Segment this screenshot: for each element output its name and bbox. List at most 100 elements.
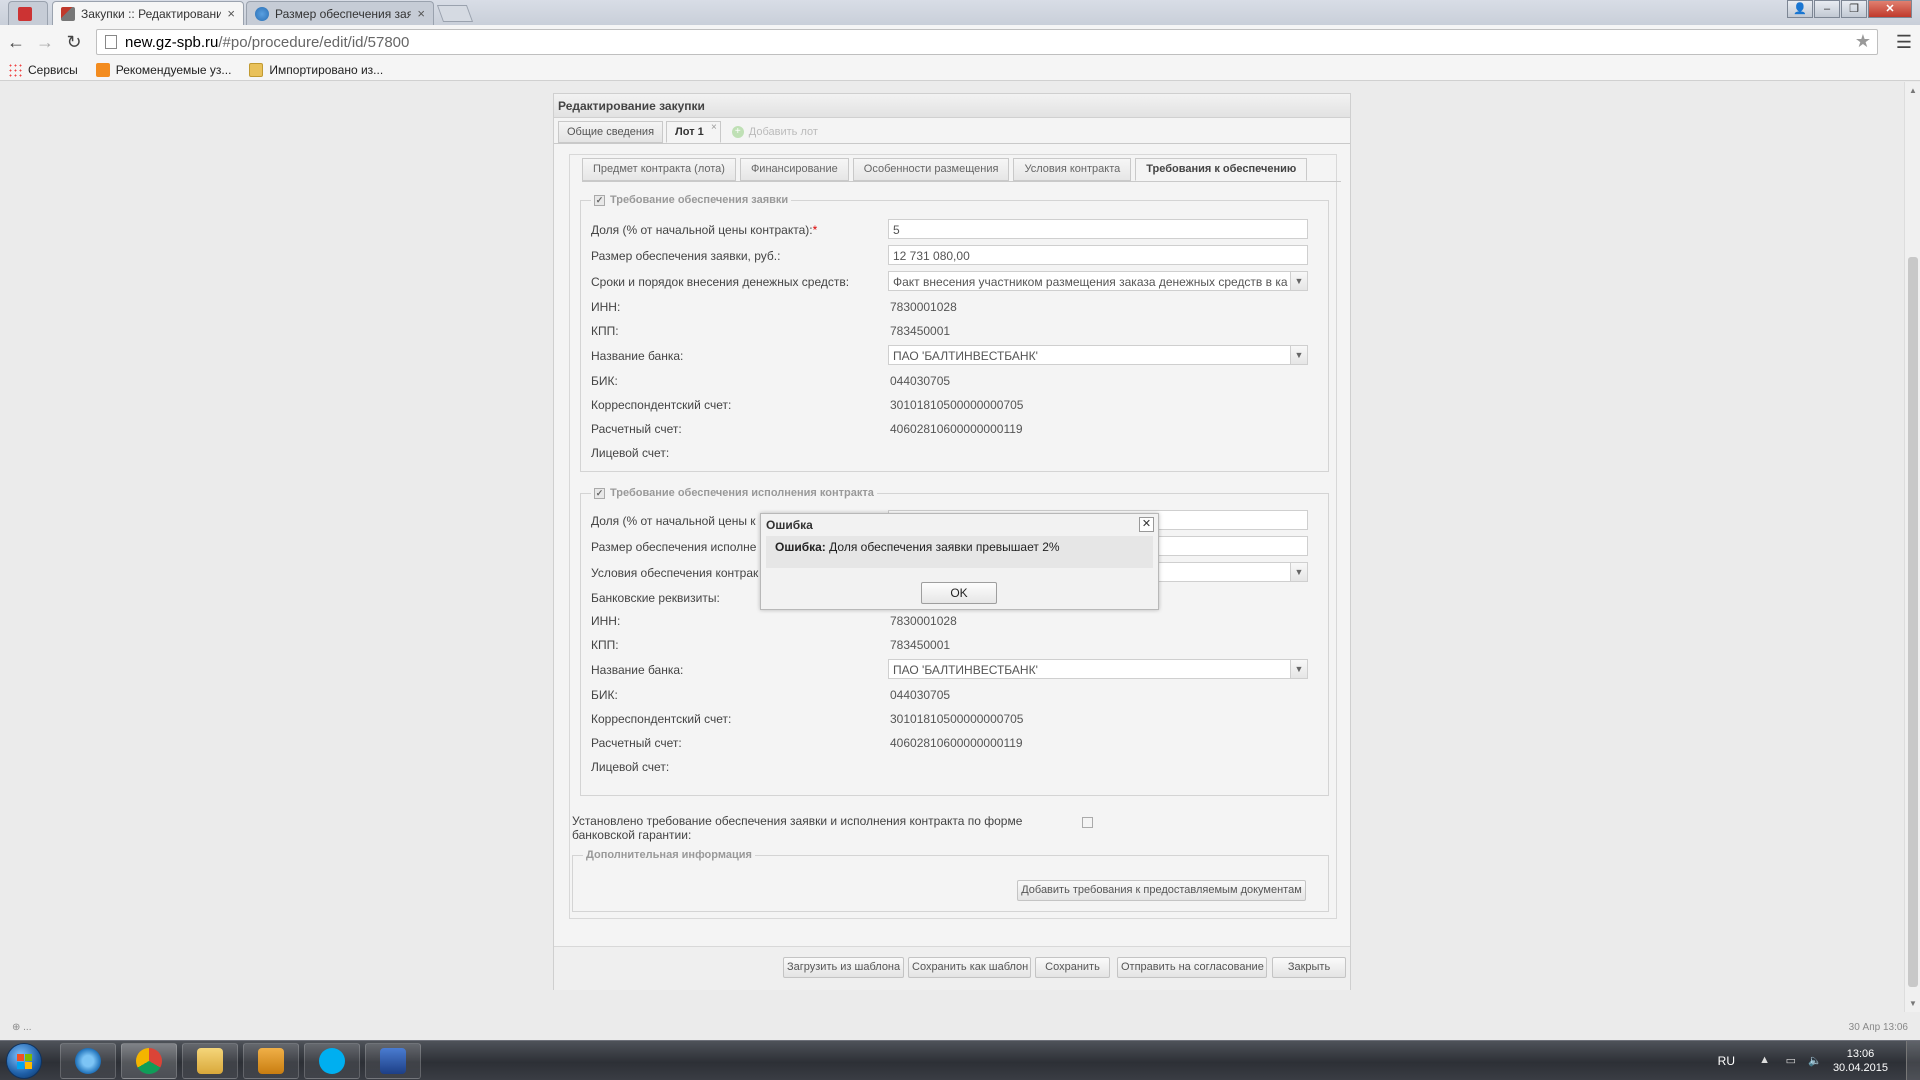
volume-icon[interactable]: 🔈 bbox=[1808, 1054, 1822, 1067]
close-button[interactable]: Закрыть bbox=[1272, 957, 1346, 978]
close-tab-icon[interactable]: × bbox=[417, 6, 425, 21]
pinned-tab[interactable] bbox=[8, 1, 48, 25]
add-lot-button[interactable]: + Добавить лот bbox=[724, 121, 826, 143]
save-as-template-button[interactable]: Сохранить как шаблон bbox=[908, 957, 1031, 978]
bik-label: БИК: bbox=[591, 374, 618, 388]
contract-bank-select[interactable]: ПАО 'БАЛТИНВЕСТБАНК' ▼ bbox=[888, 659, 1308, 679]
scrollbar-thumb[interactable] bbox=[1908, 257, 1918, 987]
contract-security-checkbox[interactable]: ✓ bbox=[594, 487, 605, 499]
chevron-down-icon[interactable]: ▼ bbox=[1290, 272, 1307, 290]
bookmark-label: Импортировано из... bbox=[269, 62, 384, 77]
system-tray: RU ▲ ▭ 🔈 13:06 30.04.2015 bbox=[1660, 1041, 1920, 1080]
page-icon bbox=[105, 35, 117, 49]
user-icon[interactable]: 👤 bbox=[1787, 0, 1813, 18]
chrome-icon[interactable] bbox=[121, 1043, 177, 1079]
start-button[interactable] bbox=[6, 1043, 42, 1079]
bik-label: БИК: bbox=[591, 688, 618, 702]
bank-details-label: Банковские реквизиты: bbox=[591, 591, 720, 605]
save-button[interactable]: Сохранить bbox=[1035, 957, 1110, 978]
window-close-button[interactable]: ✕ bbox=[1868, 0, 1912, 18]
chevron-down-icon[interactable]: ▼ bbox=[1290, 563, 1307, 581]
top-tabs: Общие сведения Лот 1 × + Добавить лот bbox=[558, 121, 829, 143]
bookmark-star-icon[interactable]: ★ bbox=[1855, 31, 1871, 52]
personal-account-label: Лицевой счет: bbox=[591, 446, 670, 460]
forward-button[interactable]: → bbox=[35, 32, 55, 52]
tab-contract-terms[interactable]: Условия контракта bbox=[1013, 158, 1132, 181]
minimize-button[interactable]: – bbox=[1814, 0, 1840, 18]
maximize-button[interactable]: ❐ bbox=[1841, 0, 1867, 18]
new-tab-button[interactable] bbox=[436, 5, 474, 22]
panel-footer: Загрузить из шаблона Сохранить как шабло… bbox=[554, 946, 1350, 990]
chevron-down-icon[interactable]: ▼ bbox=[1290, 346, 1307, 364]
acc-label: Расчетный счет: bbox=[591, 736, 682, 750]
additional-info-fieldset: Дополнительная информация Добавить требо… bbox=[572, 849, 1329, 912]
close-lot-icon[interactable]: × bbox=[711, 118, 717, 138]
guarantee-checkbox[interactable] bbox=[1082, 817, 1093, 828]
window-controls: 👤 – ❐ ✕ bbox=[1786, 0, 1912, 18]
tab-contract-subject[interactable]: Предмет контракта (лота) bbox=[582, 158, 736, 181]
remote-desktop-icon[interactable] bbox=[365, 1043, 421, 1079]
bookmark-recommended[interactable]: Рекомендуемые уз... bbox=[95, 62, 232, 77]
bookmark-services[interactable]: Сервисы bbox=[8, 62, 78, 77]
bookmarks-bar: Сервисы Рекомендуемые уз... Импортирован… bbox=[0, 59, 1920, 81]
apps-grid-icon bbox=[8, 62, 22, 77]
kpp-value: 783450001 bbox=[890, 638, 951, 652]
bid-security-checkbox[interactable]: ✓ bbox=[594, 194, 605, 206]
scroll-down-icon[interactable]: ▼ bbox=[1909, 999, 1917, 1008]
vertical-scrollbar[interactable]: ▲ ▼ bbox=[1904, 82, 1920, 1012]
inn-label: ИНН: bbox=[591, 300, 621, 314]
inn-value: 7830001028 bbox=[890, 300, 957, 314]
show-hidden-icons-icon[interactable]: ▲ bbox=[1759, 1054, 1770, 1066]
ok-button[interactable]: OK bbox=[921, 582, 997, 604]
bookmark-icon bbox=[95, 62, 110, 77]
clock-date: 30.04.2015 bbox=[1832, 1062, 1888, 1074]
chevron-down-icon[interactable]: ▼ bbox=[1290, 660, 1307, 678]
back-button[interactable]: ← bbox=[6, 32, 26, 52]
close-icon[interactable]: ✕ bbox=[1139, 517, 1154, 532]
terms-select[interactable]: Факт внесения участником размещения зака… bbox=[888, 271, 1308, 291]
file-explorer-icon[interactable] bbox=[182, 1043, 238, 1079]
tab-general[interactable]: Общие сведения bbox=[558, 121, 664, 143]
scroll-up-icon[interactable]: ▲ bbox=[1909, 86, 1917, 95]
internet-explorer-icon[interactable] bbox=[60, 1043, 116, 1079]
share-input[interactable]: 5 bbox=[888, 219, 1308, 239]
bid-security-legend: ✓ Требование обеспечения заявки bbox=[591, 194, 792, 206]
tab-lot-1[interactable]: Лот 1 × bbox=[666, 121, 721, 143]
corr-value: 30101810500000000705 bbox=[890, 398, 1024, 412]
app-icon bbox=[18, 6, 32, 21]
additional-info-legend: Дополнительная информация bbox=[583, 849, 755, 861]
acc-value: 40602810600000000119 bbox=[890, 736, 1023, 750]
guarantee-label: Установлено требование обеспечения заявк… bbox=[572, 814, 1023, 828]
skype-icon[interactable] bbox=[304, 1043, 360, 1079]
inn-label: ИНН: bbox=[591, 614, 621, 628]
tab-security-size[interactable]: Размер обеспечения заявки × bbox=[246, 1, 434, 25]
add-requirements-button[interactable]: Добавить требования к предоставляемым до… bbox=[1017, 880, 1306, 901]
windows-logo-icon bbox=[17, 1054, 32, 1069]
globe-icon bbox=[255, 6, 269, 21]
menu-icon[interactable]: ☰ bbox=[1896, 32, 1912, 53]
acc-value: 40602810600000000119 bbox=[890, 422, 1023, 436]
page-title: Редактирование закупки bbox=[554, 94, 1350, 118]
send-for-approval-button[interactable]: Отправить на согласование bbox=[1117, 957, 1267, 978]
tab-procurement-edit[interactable]: Закупки :: Редактирование закупки × bbox=[52, 1, 244, 25]
show-desktop-button[interactable] bbox=[1906, 1041, 1920, 1080]
load-template-button[interactable]: Загрузить из шаблона bbox=[783, 957, 904, 978]
clock[interactable]: 13:06 30.04.2015 bbox=[1833, 1047, 1888, 1075]
outlook-icon[interactable] bbox=[243, 1043, 299, 1079]
amount-input[interactable]: 12 731 080,00 bbox=[888, 245, 1308, 265]
tab-financing[interactable]: Финансирование bbox=[739, 158, 849, 181]
bank-select[interactable]: ПАО 'БАЛТИНВЕСТБАНК' ▼ bbox=[888, 345, 1308, 365]
tab-title: Закупки :: Редактирование закупки bbox=[81, 6, 222, 21]
inn-value: 7830001028 bbox=[890, 614, 957, 628]
bookmark-imported[interactable]: Импортировано из... bbox=[249, 62, 384, 77]
close-tab-icon[interactable]: × bbox=[227, 6, 235, 21]
address-bar[interactable]: new.gz-spb.ru/#po/procedure/edit/id/5780… bbox=[96, 29, 1878, 55]
bank-label: Название банка: bbox=[591, 349, 684, 363]
tab-placement[interactable]: Особенности размещения bbox=[852, 158, 1010, 181]
network-icon[interactable]: ▭ bbox=[1786, 1054, 1796, 1067]
language-indicator[interactable]: RU bbox=[1718, 1054, 1735, 1068]
tab-security-requirements[interactable]: Требования к обеспечению bbox=[1135, 158, 1308, 181]
reload-button[interactable]: ↻ bbox=[64, 32, 84, 52]
bookmark-label: Рекомендуемые уз... bbox=[115, 62, 232, 77]
status-bar: ⊕ ... 30 Апр 13:06 bbox=[0, 1012, 1920, 1040]
